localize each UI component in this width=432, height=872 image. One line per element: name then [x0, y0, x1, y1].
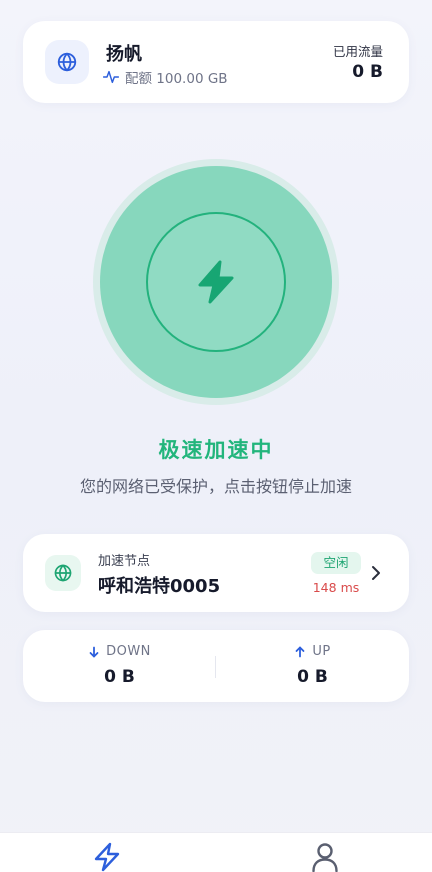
usage-label: 已用流量: [332, 44, 383, 59]
upload-header: UP: [216, 644, 409, 659]
power-toggle-button[interactable]: [100, 166, 332, 398]
download-label: DOWN: [106, 644, 151, 659]
node-globe-badge: [45, 555, 81, 591]
node-selector-card[interactable]: 加速节点 呼和浩特0005 空闲 148 ms: [23, 534, 409, 612]
download-stat: DOWN 0 B: [23, 630, 216, 702]
arrow-down-icon: [89, 646, 99, 657]
node-name: 呼和浩特0005: [98, 576, 221, 597]
lightning-bolt-icon: [94, 842, 120, 872]
usage-value: 0 B: [352, 62, 383, 82]
app-screen: 扬帆 配额 100.00 GB 已用流量 0 B 极速加速中 您的网络已受保护，…: [0, 0, 432, 872]
globe-icon: [54, 564, 72, 582]
download-value: 0 B: [104, 667, 135, 687]
user-icon: [312, 843, 338, 872]
upload-value: 0 B: [297, 667, 328, 687]
nav-tab-profile[interactable]: [309, 841, 341, 872]
quota-row: 配额 100.00 GB: [103, 67, 228, 87]
node-status-badge: 空闲: [311, 552, 361, 574]
chevron-right-icon[interactable]: [369, 564, 383, 582]
status-title: 极速加速中: [158, 438, 274, 462]
bottom-nav: [0, 832, 432, 872]
traffic-card: DOWN 0 B UP 0 B: [23, 630, 409, 702]
upload-label: UP: [312, 644, 331, 659]
arrow-up-icon: [295, 646, 305, 657]
node-latency: 148 ms: [312, 580, 360, 595]
activity-icon: [103, 70, 119, 84]
account-name: 扬帆: [106, 44, 142, 65]
node-label: 加速节点: [98, 554, 151, 569]
lightning-bolt-icon: [198, 260, 234, 304]
nav-tab-accelerate[interactable]: [91, 841, 123, 872]
quota-text: 配额 100.00 GB: [125, 71, 228, 87]
download-header: DOWN: [23, 644, 216, 659]
globe-icon: [57, 52, 77, 72]
account-card: 扬帆 配额 100.00 GB 已用流量 0 B: [23, 21, 409, 103]
account-globe-badge: [45, 40, 89, 84]
power-inner-ring: [146, 212, 286, 352]
status-description: 您的网络已受保护，点击按钮停止加速: [79, 477, 352, 496]
upload-stat: UP 0 B: [216, 630, 409, 702]
